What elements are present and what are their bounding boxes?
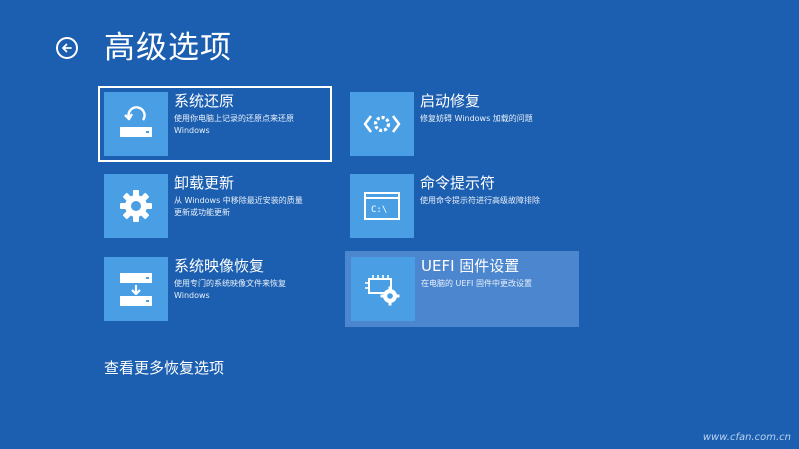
option-title: 命令提示符: [420, 174, 496, 192]
startup-repair-icon: [350, 92, 414, 156]
svg-text:C:\: C:\: [371, 205, 387, 215]
option-command-prompt[interactable]: C:\ 命令提示符 使用命令提示符进行高级故障排除: [350, 174, 584, 250]
option-description: 使用你电脑上记录的还原点来还原 Windows: [174, 114, 294, 135]
option-text: 系统还原 使用你电脑上记录的还原点来还原 Windows: [174, 92, 294, 137]
option-description: 从 Windows 中移除最近安装的质量 更新或功能更新: [174, 196, 303, 217]
system-image-recovery-icon: [104, 257, 168, 321]
option-uefi-firmware-settings[interactable]: UEFI 固件设置 在电脑的 UEFI 固件中更改设置: [345, 251, 579, 327]
header: 高级选项: [56, 28, 232, 68]
option-description: 修复妨碍 Windows 加载的问题: [420, 114, 533, 123]
option-description: 在电脑的 UEFI 固件中更改设置: [421, 279, 532, 288]
option-system-restore[interactable]: 系统还原 使用你电脑上记录的还原点来还原 Windows: [98, 86, 332, 162]
option-text: 系统映像恢复 使用专门的系统映像文件来恢复 Windows: [174, 257, 286, 302]
option-title: 启动修复: [420, 92, 481, 110]
option-system-image-recovery[interactable]: 系统映像恢复 使用专门的系统映像文件来恢复 Windows: [104, 257, 338, 333]
option-title: 卸载更新: [174, 174, 235, 192]
option-description: 使用命令提示符进行高级故障排除: [420, 196, 540, 205]
option-description: 使用专门的系统映像文件来恢复 Windows: [174, 279, 286, 300]
system-restore-icon: [104, 92, 168, 156]
gear-icon: [104, 174, 168, 238]
watermark: www.cfan.com.cn: [702, 432, 791, 443]
option-title: UEFI 固件设置: [421, 257, 520, 275]
back-arrow-circle-icon[interactable]: [56, 37, 78, 59]
more-recovery-options-link[interactable]: 查看更多恢复选项: [104, 358, 224, 378]
option-text: 启动修复 修复妨碍 Windows 加载的问题: [420, 92, 533, 125]
command-prompt-icon: C:\: [350, 174, 414, 238]
option-text: 命令提示符 使用命令提示符进行高级故障排除: [420, 174, 540, 207]
option-title: 系统还原: [174, 92, 235, 110]
option-text: 卸载更新 从 Windows 中移除最近安装的质量 更新或功能更新: [174, 174, 303, 219]
option-text: UEFI 固件设置 在电脑的 UEFI 固件中更改设置: [421, 257, 532, 290]
option-uninstall-updates[interactable]: 卸载更新 从 Windows 中移除最近安装的质量 更新或功能更新: [104, 174, 338, 250]
option-title: 系统映像恢复: [174, 257, 265, 275]
page-title: 高级选项: [104, 30, 232, 66]
uefi-firmware-icon: [351, 257, 415, 321]
option-startup-repair[interactable]: 启动修复 修复妨碍 Windows 加载的问题: [350, 92, 584, 168]
